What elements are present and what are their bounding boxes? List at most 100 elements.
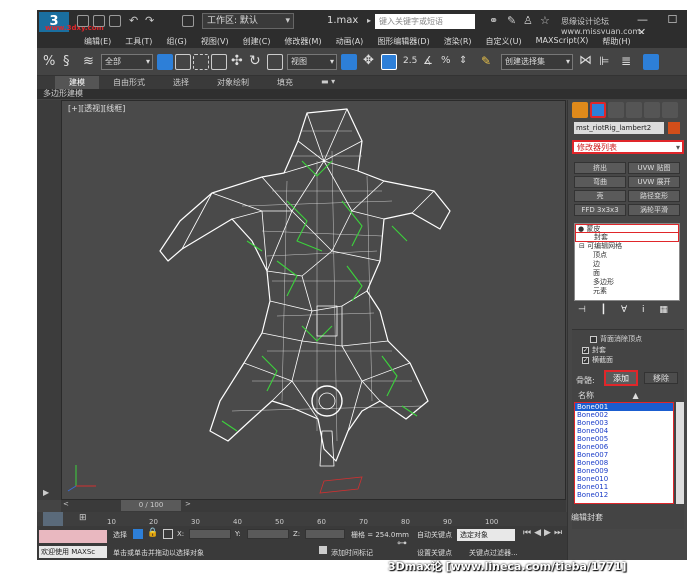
modifier-button[interactable]: UVW 展开 (628, 176, 680, 188)
layer-manager-icon[interactable]: ≣ (621, 54, 637, 70)
x-coordinate-field[interactable] (189, 529, 231, 539)
menu-item[interactable]: 组(G) (159, 34, 193, 48)
unlink-icon[interactable]: § (63, 54, 79, 70)
y-coordinate-field[interactable] (247, 529, 289, 539)
align-icon[interactable]: ⊫ (599, 54, 615, 70)
ribbon-tab[interactable]: 对象绘制 (203, 76, 263, 89)
workspace-dropdown[interactable]: 工作区: 默认 ▾ (202, 13, 294, 29)
bone-list-item[interactable]: Bone001 (575, 403, 673, 411)
spinner-snap-icon[interactable]: ⇕ (459, 54, 475, 70)
stack-subitem[interactable]: 元素 (575, 287, 679, 296)
bone-list-item[interactable]: Bone005 (575, 435, 673, 443)
bone-list-item[interactable]: Bone002 (575, 411, 673, 419)
move-icon[interactable]: ✣ (231, 54, 247, 70)
binoculars-icon[interactable]: ⚭ (489, 14, 498, 27)
mirror-icon[interactable]: ⋈ (579, 54, 595, 70)
named-selection-dropdown[interactable]: 创建选择集 ▾ (501, 54, 573, 70)
stack-item-envelope[interactable]: 封套 (575, 233, 679, 242)
cross-sections-checkbox[interactable]: ✓ 横截面 (582, 355, 613, 365)
menu-item[interactable]: 修改器(M) (277, 34, 328, 48)
bones-scrollbar[interactable] (676, 402, 684, 504)
selection-filter-dropdown[interactable]: 全部 ▾ (101, 54, 153, 70)
select-object-icon[interactable] (157, 54, 173, 70)
stack-toolbar[interactable]: ⊣ ┃ ∀ ⅰ ▦ (574, 305, 680, 319)
menu-item[interactable]: 动画(A) (329, 34, 371, 48)
reference-coord-dropdown[interactable]: 视图 ▾ (287, 54, 337, 70)
ribbon-options-icon[interactable]: ▬ ▾ (307, 76, 349, 89)
user-icon[interactable]: ♙ (523, 14, 533, 27)
create-tab-icon[interactable] (572, 102, 588, 118)
utilities-tab-icon[interactable] (662, 102, 678, 118)
auto-key-button[interactable]: 自动关键点 (417, 530, 452, 540)
rotate-icon[interactable]: ↻ (249, 54, 265, 70)
modifier-button[interactable]: 弯曲 (574, 176, 626, 188)
frame-counter[interactable]: 0 / 100 (121, 500, 181, 511)
menu-item[interactable]: 创建(C) (236, 34, 278, 48)
menu-item[interactable]: 渲染(R) (437, 34, 479, 48)
modifier-button[interactable]: 壳 (574, 190, 626, 202)
backface-checkbox[interactable]: 背面消除顶点 (590, 334, 642, 344)
time-tag-icon[interactable] (319, 546, 327, 554)
next-frame-icon[interactable]: > (185, 500, 191, 508)
new-file-icon[interactable] (77, 15, 89, 27)
z-coordinate-field[interactable] (305, 529, 345, 539)
modify-tab-icon[interactable] (590, 102, 606, 118)
bone-list-item[interactable]: Bone004 (575, 427, 673, 435)
time-slider[interactable]: < 0 / 100 > (61, 500, 566, 512)
playback-controls[interactable]: ⏮◀▶⏭ (523, 528, 565, 538)
expand-arrow-icon[interactable]: ▶ (43, 488, 49, 497)
communication-icon[interactable]: ✎ (507, 14, 516, 27)
maxscript-listener-pink[interactable] (39, 530, 107, 543)
bone-list-item[interactable]: Bone009 (575, 467, 673, 475)
bone-list-item[interactable]: Bone008 (575, 459, 673, 467)
ribbon-tab[interactable]: 自由形式 (99, 76, 159, 89)
bone-list-item[interactable]: Bone006 (575, 443, 673, 451)
set-key-button[interactable]: 设置关键点 (417, 548, 452, 558)
scene-explorer-icon[interactable] (643, 54, 659, 70)
bind-spacewarp-icon[interactable]: ≋ (83, 54, 99, 70)
menu-item[interactable]: 帮助(H) (595, 34, 637, 48)
motion-tab-icon[interactable] (626, 102, 642, 118)
display-tab-icon[interactable] (644, 102, 660, 118)
lock-selection-icon[interactable]: 🔒 (147, 528, 158, 538)
maxscript-mini-listener[interactable]: 欢迎使用 MAXSc (39, 546, 107, 558)
modifier-button[interactable]: UVW 贴图 (628, 162, 680, 174)
envelopes-checkbox[interactable]: ✓ 封套 (582, 345, 606, 355)
isolate-selection-icon[interactable] (133, 529, 143, 539)
bone-list-item[interactable]: Bone007 (575, 451, 673, 459)
sort-ascending-icon[interactable]: ▲ (633, 391, 639, 400)
modifier-button[interactable]: 涡轮平滑 (628, 204, 680, 216)
percent-snap-icon[interactable]: % (441, 54, 457, 70)
menu-item[interactable]: 图形编辑器(D) (370, 34, 436, 48)
link-icon[interactable]: % (43, 54, 59, 70)
key-icon[interactable]: ⊶ (397, 538, 407, 549)
menu-item[interactable]: 工具(T) (118, 34, 159, 48)
bone-list-item[interactable]: Bone011 (575, 483, 673, 491)
track-bar[interactable]: ⊞ 10 20 30 40 50 60 70 80 90 100 (37, 512, 567, 526)
stack-item-skin[interactable]: ● 蒙皮 (575, 224, 679, 233)
remove-bone-button[interactable]: 移除 (644, 372, 678, 384)
bones-list[interactable]: Bone001 Bone002 Bone003 Bone004 Bone005 Bone0… (574, 402, 674, 504)
name-column-header[interactable]: 名称 ▲ (578, 390, 678, 401)
modifier-button[interactable]: 挤出 (574, 162, 626, 174)
add-time-tag[interactable]: 添加时间标记 (331, 548, 373, 558)
modifier-button[interactable]: FFD 3x3x3 (574, 204, 626, 216)
ribbon-tab[interactable]: 填充 (263, 76, 307, 89)
prev-frame-icon[interactable]: < (63, 500, 69, 508)
select-by-name-icon[interactable] (175, 54, 191, 70)
menu-item[interactable]: 自定义(U) (479, 34, 529, 48)
modifier-list-dropdown[interactable]: 修改器列表 ▾ (572, 140, 684, 154)
expand-minus-icon[interactable]: ⊟ (579, 242, 587, 250)
save-file-icon[interactable] (109, 15, 121, 27)
ribbon-tab[interactable]: 建模 (55, 76, 99, 89)
snaps-toggle-icon[interactable]: 2.5 (403, 54, 419, 70)
perspective-viewport[interactable]: [+][透视][线框] (61, 100, 566, 500)
stack-item-editable-mesh[interactable]: ⊟ 可编辑网格 (575, 242, 679, 251)
edit-envelope-button[interactable]: 编辑封套 (571, 512, 603, 523)
ribbon-tab[interactable]: 选择 (159, 76, 203, 89)
ribbon-subpanel[interactable]: 多边形建模 (37, 89, 687, 99)
object-name-field[interactable]: mst_riotRig_lambert2 (574, 122, 664, 134)
modifier-stack[interactable]: ● 蒙皮 封套 ⊟ 可编辑网格 顶点 边 面 多边形 元素 (574, 223, 680, 301)
open-file-icon[interactable] (93, 15, 105, 27)
menu-item[interactable]: MAXScript(X) (529, 34, 596, 48)
